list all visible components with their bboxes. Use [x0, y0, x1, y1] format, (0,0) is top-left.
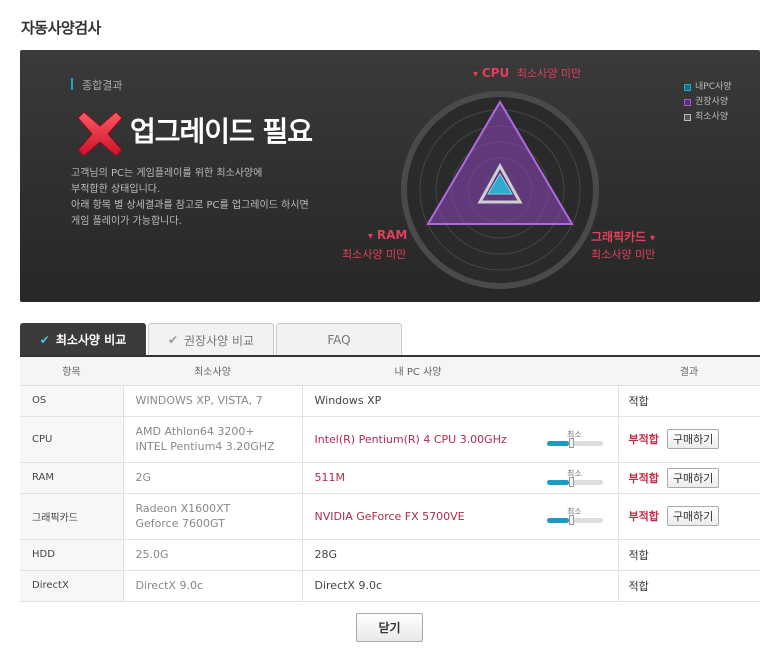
legend-item: 내PC사양: [684, 80, 732, 95]
legend-swatch: [684, 84, 691, 91]
tab-minimum-spec[interactable]: ✔ 최소사양 비교: [20, 323, 146, 356]
spec-level-bar: 최소: [547, 430, 603, 448]
check-icon: ✔: [167, 333, 178, 347]
legend-swatch: [684, 114, 691, 121]
header-my: 내 PC 사양: [302, 357, 534, 386]
radar-axis-ram-status: 최소사양 미만: [342, 248, 407, 261]
radar-axis-cpu: ▾ CPU 최소사양 미만: [473, 66, 582, 80]
header-result: 결과: [618, 357, 760, 386]
check-icon: ✔: [39, 332, 50, 347]
table-row: 그래픽카드 Radeon X1600XT Geforce 7600GT NVIDI…: [20, 493, 760, 540]
header-item: 항목: [20, 357, 123, 386]
tab-recommended-spec[interactable]: ✔ 권장사양 비교: [148, 323, 274, 356]
radar-axis-ram: ▾ RAM: [368, 228, 408, 242]
result-description: 고객님의 PC는 게임플레이를 위한 최소사양에 부적합한 상태입니다. 아래 …: [71, 168, 309, 227]
buy-button-cpu[interactable]: 구매하기: [666, 429, 720, 449]
buy-button-ram[interactable]: 구매하기: [666, 467, 720, 488]
table-row: CPU AMD Athlon64 3200+ INTEL Pentium4 3.2…: [20, 416, 760, 463]
summary-label: 종합결과: [82, 79, 123, 92]
spec-radar-chart: [401, 91, 599, 289]
spec-level-bar: 최소: [547, 507, 603, 525]
header-min: 최소사양: [123, 357, 302, 386]
legend-swatch: [684, 99, 691, 106]
table-row: DirectX DirectX 9.0c DirectX 9.0c 적합: [20, 570, 760, 602]
tab-faq[interactable]: FAQ: [276, 323, 402, 356]
fail-x-icon: [77, 111, 123, 157]
legend-item: 권장사양: [684, 95, 732, 110]
header-bar: [534, 357, 618, 386]
legend-item: 최소사양: [684, 110, 732, 125]
table-row: HDD 25.0G 28G 적합: [20, 539, 760, 571]
page-title: 자동사양검사: [21, 19, 101, 37]
close-button[interactable]: 닫기: [356, 613, 423, 642]
buy-button-gpu[interactable]: 구매하기: [666, 506, 720, 526]
table-row: RAM 2G 511M 최소 부적합 구매하기: [20, 462, 760, 494]
radar-axis-gpu: 그래픽카드 ▾: [591, 230, 656, 244]
spec-table: 항목 최소사양 내 PC 사양 결과 OS WINDOWS XP, VISTA,…: [20, 355, 760, 602]
radar-axis-gpu-status: 최소사양 미만: [591, 248, 656, 261]
spec-level-bar: 최소: [547, 469, 603, 487]
summary-panel: 종합결과 업그레이드 필요 고객님의 PC는 게임플레이를 위한 최소사양에 부…: [20, 50, 760, 302]
radar-legend: 내PC사양 권장사양 최소사양: [684, 80, 732, 125]
result-headline: 업그레이드 필요: [130, 115, 313, 148]
table-row: OS WINDOWS XP, VISTA, 7 Windows XP 적합: [20, 385, 760, 417]
